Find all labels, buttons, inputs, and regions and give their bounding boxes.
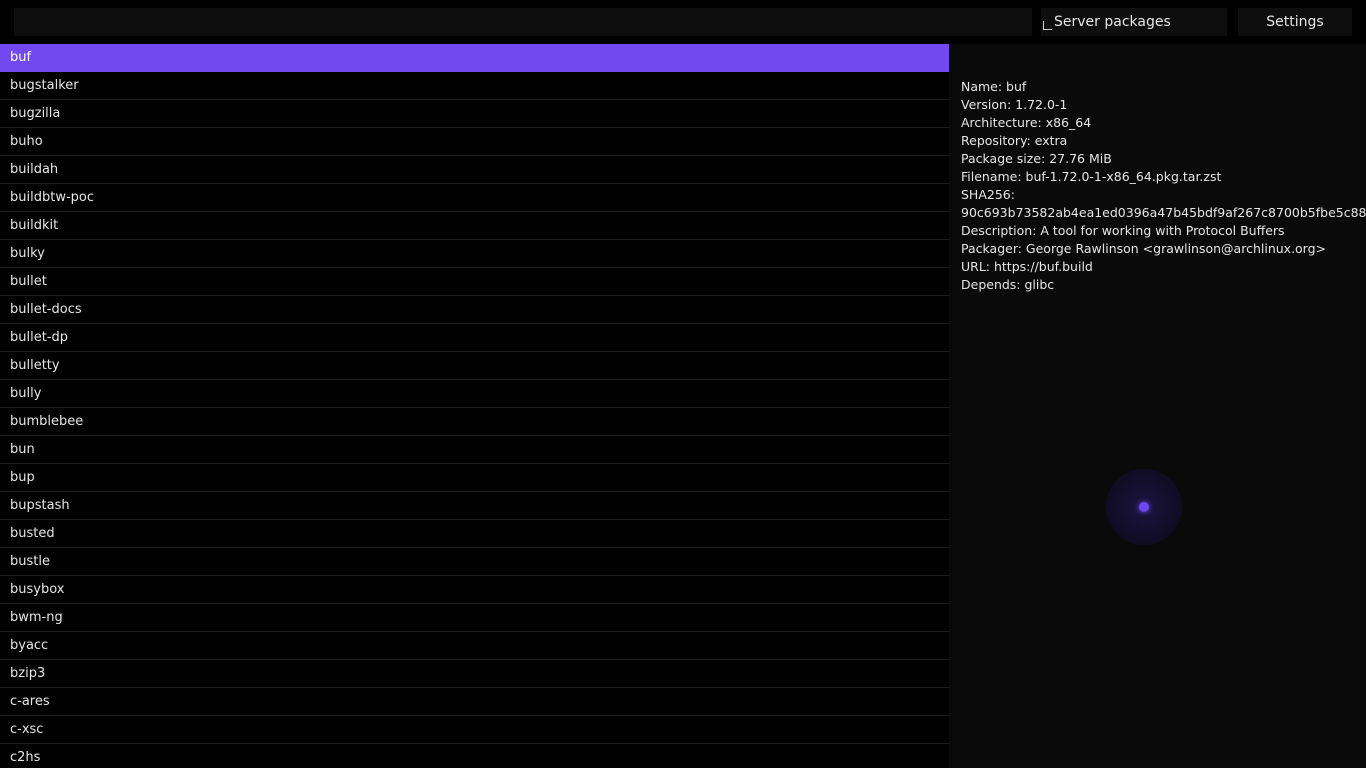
server-packages-toggle[interactable]: Server packages bbox=[1041, 8, 1227, 36]
package-list-item[interactable]: bustle bbox=[0, 548, 949, 576]
package-list-item[interactable]: bupstash bbox=[0, 492, 949, 520]
detail-architecture: Architecture: x86_64 bbox=[961, 115, 1092, 130]
package-details-panel: Name: buf Version: 1.72.0-1 Architecture… bbox=[949, 44, 1366, 768]
detail-sha256-value: 90c693b73582ab4ea1ed0396a47b45bdf9af267c… bbox=[961, 205, 1366, 220]
detail-description: Description: A tool for working with Pro… bbox=[961, 223, 1285, 238]
detail-version: Version: 1.72.0-1 bbox=[961, 97, 1068, 112]
loading-spinner-icon bbox=[1106, 469, 1182, 545]
package-list[interactable]: buf bugstalker bugzilla buho buildah buildbtw… bbox=[0, 44, 949, 768]
detail-depends: Depends: glibc bbox=[961, 277, 1055, 292]
package-list-item[interactable]: bumblebee bbox=[0, 408, 949, 436]
package-list-item[interactable]: bugzilla bbox=[0, 100, 949, 128]
package-info: Name: buf Version: 1.72.0-1 Architecture… bbox=[961, 78, 1366, 294]
package-list-item[interactable]: buildah bbox=[0, 156, 949, 184]
package-list-item[interactable]: byacc bbox=[0, 632, 949, 660]
package-list-item[interactable]: c-ares bbox=[0, 688, 949, 716]
package-list-item[interactable]: bullet-docs bbox=[0, 296, 949, 324]
detail-name: Name: buf bbox=[961, 79, 1027, 94]
package-list-item[interactable]: bzip3 bbox=[0, 660, 949, 688]
package-list-item[interactable]: c-xsc bbox=[0, 716, 949, 744]
package-list-item[interactable]: bulky bbox=[0, 240, 949, 268]
package-list-item[interactable]: bup bbox=[0, 464, 949, 492]
package-list-item[interactable]: buildkit bbox=[0, 212, 949, 240]
package-list-item[interactable]: busybox bbox=[0, 576, 949, 604]
package-list-item[interactable]: bully bbox=[0, 380, 949, 408]
package-list-item[interactable]: bulletty bbox=[0, 352, 949, 380]
detail-repository: Repository: extra bbox=[961, 133, 1068, 148]
package-list-item[interactable]: buf bbox=[0, 44, 949, 72]
detail-sha256-label: SHA256: bbox=[961, 187, 1015, 202]
server-packages-checkbox[interactable] bbox=[1043, 20, 1052, 30]
detail-filename: Filename: buf-1.72.0-1-x86_64.pkg.tar.zs… bbox=[961, 169, 1222, 184]
detail-url: URL: https://buf.build bbox=[961, 259, 1093, 274]
package-list-item[interactable]: bugstalker bbox=[0, 72, 949, 100]
package-list-item[interactable]: busted bbox=[0, 520, 949, 548]
package-list-item[interactable]: buho bbox=[0, 128, 949, 156]
server-packages-label: Server packages bbox=[1054, 14, 1171, 30]
package-list-item[interactable]: bullet-dp bbox=[0, 324, 949, 352]
package-list-item[interactable]: bun bbox=[0, 436, 949, 464]
search-input[interactable] bbox=[14, 8, 1032, 36]
package-list-item[interactable]: bullet bbox=[0, 268, 949, 296]
package-list-item[interactable]: buildbtw-poc bbox=[0, 184, 949, 212]
settings-button[interactable]: Settings bbox=[1238, 8, 1352, 36]
package-list-item[interactable]: c2hs bbox=[0, 744, 949, 768]
package-list-item[interactable]: bwm-ng bbox=[0, 604, 949, 632]
detail-package-size: Package size: 27.76 MiB bbox=[961, 151, 1112, 166]
spinner-dot bbox=[1139, 502, 1149, 512]
detail-packager: Packager: George Rawlinson <grawlinson@a… bbox=[961, 241, 1327, 256]
top-bar: Server packages Settings bbox=[0, 0, 1366, 44]
